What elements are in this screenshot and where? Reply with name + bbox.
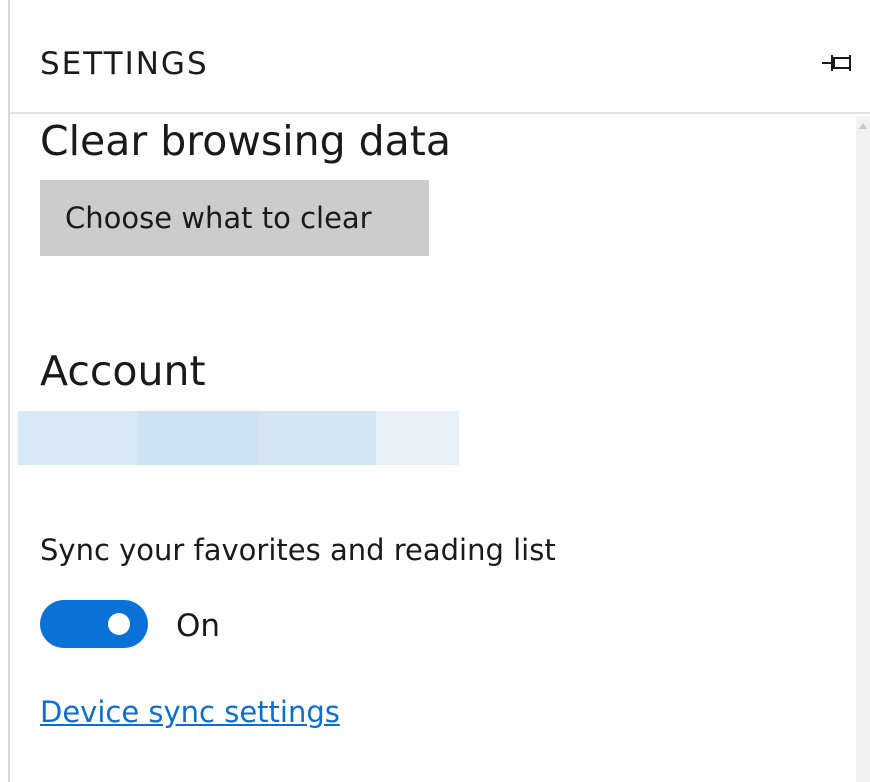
- account-bar-segment: [138, 411, 258, 465]
- pin-button[interactable]: [818, 48, 858, 78]
- panel-left-border: [8, 0, 10, 782]
- page-title: SETTINGS: [40, 46, 209, 82]
- scroll-up-arrow-icon[interactable]: [858, 120, 868, 132]
- account-bar-segment: [376, 411, 459, 465]
- sync-label: Sync your favorites and reading list: [40, 533, 556, 567]
- clear-browsing-heading: Clear browsing data: [40, 117, 452, 165]
- device-sync-settings-link[interactable]: Device sync settings: [40, 692, 340, 732]
- sync-toggle[interactable]: [40, 600, 148, 648]
- account-heading: Account: [40, 347, 206, 395]
- scrollbar[interactable]: [856, 116, 870, 782]
- settings-header: SETTINGS: [10, 0, 870, 114]
- account-bar-segment: [258, 411, 376, 465]
- toggle-state-label: On: [176, 608, 221, 644]
- settings-panel: SETTINGS Clear browsing data Choose what…: [0, 0, 870, 782]
- account-info-bar[interactable]: [18, 411, 459, 465]
- toggle-knob: [108, 613, 130, 635]
- choose-what-to-clear-button[interactable]: Choose what to clear: [40, 180, 429, 256]
- account-bar-segment: [18, 411, 138, 465]
- pin-icon: [822, 55, 851, 71]
